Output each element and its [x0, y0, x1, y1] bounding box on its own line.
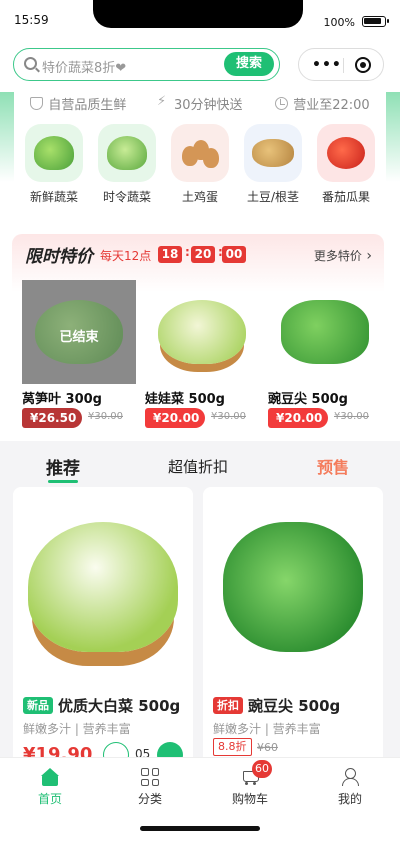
more-menu-icon[interactable]: •••: [312, 57, 342, 73]
category-tomato-fruits[interactable]: 番茄瓜果: [314, 124, 378, 208]
countdown-hours: 18: [158, 246, 182, 263]
bottom-tab-bar: 首页 分类 60 购物车 我的: [0, 757, 400, 815]
product-title: 优质大白菜 500g: [58, 697, 181, 715]
flash-sale-item[interactable]: 已结束 莴笋叶 300g ¥26.50 ¥30.00: [22, 280, 136, 432]
notch: [93, 0, 303, 28]
discount-rate: 8.8折: [213, 738, 252, 756]
seasonal-vegetables-icon: [98, 124, 156, 182]
countdown-separator: :: [185, 245, 190, 259]
category-label: 时令蔬菜: [102, 190, 151, 204]
countdown-seconds: 00: [222, 246, 246, 263]
flash-sale-item[interactable]: 娃娃菜 500g ¥20.00 ¥30.00: [145, 280, 259, 432]
product-description: 鲜嫩多汁 | 营养丰富: [23, 722, 131, 736]
flash-sale-header: 限时特价 每天12点 18 : 20 : 00 更多特价: [12, 234, 384, 274]
feed-tabs: 推荐 超值折扣 预售: [0, 448, 400, 484]
battery-icon: [362, 16, 389, 27]
category-seasonal-vegetables[interactable]: 时令蔬菜: [95, 124, 159, 208]
tab-presale[interactable]: 预售: [317, 454, 349, 478]
service-features: 自营品质生鲜 30分钟快送 营业至22:00: [14, 92, 386, 114]
search-button[interactable]: 搜索: [224, 52, 274, 76]
feature-label: 自营品质生鲜: [48, 97, 127, 113]
battery-percent: 100%: [323, 16, 355, 29]
search-placeholder: 特价蔬菜8折❤: [42, 61, 127, 76]
flash-sale-title: 限时特价: [25, 247, 93, 267]
bolt-icon: [157, 94, 169, 110]
clock-icon: [275, 96, 289, 110]
tabbar-item-category[interactable]: 分类: [100, 758, 200, 815]
status-time: 15:59: [14, 13, 49, 27]
category-root-vegetables[interactable]: 土豆/根茎: [241, 124, 305, 208]
feature-hours: 营业至22:00: [275, 94, 370, 113]
item-name: 莴笋叶 300g: [22, 392, 102, 407]
mini-program-capsule: •••: [298, 48, 384, 81]
tab-discount[interactable]: 超值折扣: [168, 456, 228, 477]
feature-label: 营业至22:00: [293, 97, 370, 113]
capsule-divider: [343, 58, 344, 73]
product-description: 鲜嫩多汁 | 营养丰富: [213, 722, 321, 736]
search-input[interactable]: 特价蔬菜8折❤ 搜索: [13, 48, 280, 81]
product-image: [13, 487, 193, 687]
tomato-icon: [317, 124, 375, 182]
tabbar-label: 购物车: [231, 792, 268, 806]
category-label: 土鸡蛋: [181, 190, 218, 204]
close-target-icon[interactable]: [355, 57, 371, 73]
left-accent: [0, 92, 14, 182]
phone-screen: 15:59 100% 特价蔬菜8折❤ 搜索 ••• 自营品质生鲜 30分钟快送: [0, 0, 400, 844]
shield-icon: [30, 96, 44, 110]
home-indicator: [140, 826, 260, 831]
tabbar-item-profile[interactable]: 我的: [300, 758, 400, 815]
discount-badge: 折扣: [213, 697, 243, 714]
flash-sale-subtitle: 每天12点: [100, 249, 152, 263]
item-name: 豌豆尖 500g: [268, 392, 348, 407]
category-label: 土豆/根茎: [246, 190, 300, 204]
feature-delivery: 30分钟快送: [157, 94, 243, 113]
new-badge: 新品: [23, 697, 53, 714]
sale-ended-label: 已结束: [59, 330, 99, 345]
product-old-price: ¥60: [257, 741, 278, 754]
product-card[interactable]: 新品 优质大白菜 500g 鲜嫩多汁 | 营养丰富 ¥19.90 05: [13, 487, 193, 767]
flash-sale-items: 已结束 莴笋叶 300g ¥26.50 ¥30.00 娃娃菜 500g ¥20.…: [22, 280, 382, 432]
right-accent: [386, 92, 400, 182]
item-name: 娃娃菜 500g: [145, 392, 225, 407]
item-old-price: ¥30.00: [334, 411, 369, 422]
item-old-price: ¥30.00: [211, 411, 246, 422]
feature-label: 30分钟快送: [174, 97, 243, 113]
flash-sale-section: 限时特价 每天12点 18 : 20 : 00 更多特价 已结束 莴笋叶 300…: [12, 234, 384, 441]
tabbar-label: 我的: [337, 792, 362, 806]
category-label: 新鲜蔬菜: [29, 190, 78, 204]
potato-icon: [244, 124, 302, 182]
flash-sale-more-link[interactable]: 更多特价: [314, 247, 372, 264]
product-image: [145, 280, 259, 384]
item-price: ¥20.00: [268, 408, 329, 428]
tabbar-item-cart[interactable]: 60 购物车: [200, 758, 300, 815]
category-label: 番茄瓜果: [321, 190, 370, 204]
cart-count-badge: 60: [252, 760, 272, 778]
vegetables-icon: [25, 124, 83, 182]
item-price: ¥26.50: [22, 408, 83, 428]
tabbar-label: 首页: [37, 792, 62, 806]
product-image: [203, 487, 383, 687]
tab-recommended[interactable]: 推荐: [46, 454, 80, 483]
category-grid: 新鲜蔬菜 时令蔬菜 土鸡蛋 土豆/根茎 番茄瓜果: [22, 124, 378, 208]
category-fresh-vegetables[interactable]: 新鲜蔬菜: [22, 124, 86, 208]
product-card[interactable]: 折扣 豌豆尖 500g 鲜嫩多汁 | 营养丰富 8.8折 ¥60: [203, 487, 383, 767]
tabbar-item-home[interactable]: 首页: [0, 758, 100, 815]
status-bar: 15:59 100%: [0, 0, 400, 40]
category-eggs[interactable]: 土鸡蛋: [168, 124, 232, 208]
home-icon: [41, 768, 59, 786]
tabbar-label: 分类: [137, 792, 162, 806]
grid-icon: [141, 768, 159, 786]
countdown-minutes: 20: [191, 246, 215, 263]
search-icon: [24, 57, 37, 70]
product-image: 已结束: [22, 280, 136, 384]
product-title: 豌豆尖 500g: [248, 697, 341, 715]
item-price: ¥20.00: [145, 408, 206, 428]
user-icon: [341, 768, 359, 786]
feature-quality: 自营品质生鲜: [30, 94, 126, 113]
item-old-price: ¥30.00: [88, 411, 123, 422]
product-image: [268, 280, 382, 384]
flash-sale-item[interactable]: 豌豆尖 500g ¥20.00 ¥30.00: [268, 280, 382, 432]
search-row: 特价蔬菜8折❤ 搜索 •••: [0, 40, 400, 92]
eggs-icon: [171, 124, 229, 182]
